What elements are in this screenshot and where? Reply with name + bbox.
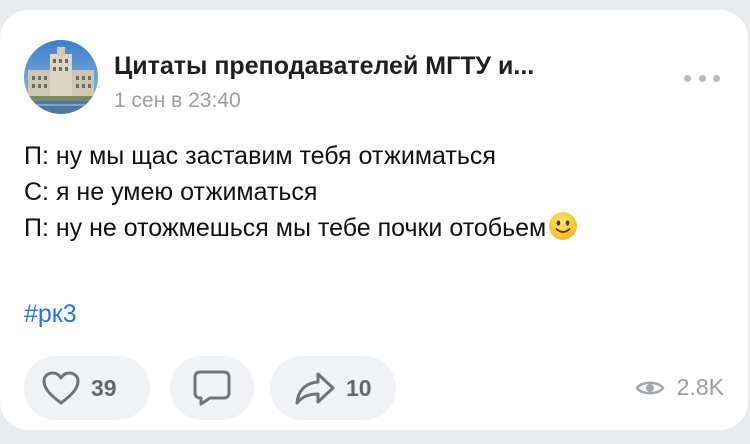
dot-icon <box>698 74 706 82</box>
like-button[interactable]: 39 <box>24 356 150 420</box>
community-name[interactable]: Цитаты преподавателей МГТУ и... <box>114 52 534 81</box>
dot-icon <box>713 74 720 82</box>
community-avatar[interactable] <box>24 40 98 114</box>
eye-icon <box>635 378 665 398</box>
dot-icon <box>684 74 691 82</box>
post-actions-bar: 39 10 2.8K <box>24 356 724 420</box>
like-count: 39 <box>91 374 117 401</box>
more-options-button[interactable] <box>684 68 720 88</box>
post-line-text: П: ну не отожмешься мы тебе почки отобье… <box>24 214 547 242</box>
post-date[interactable]: 1 сен в 23:40 <box>114 89 241 113</box>
slightly-smiling-face-icon <box>549 212 578 240</box>
hashtag-link[interactable]: #рк3 <box>24 300 77 329</box>
post-line: С: я не умею отжиматься <box>24 178 318 206</box>
views-counter: 2.8K <box>635 374 724 401</box>
share-count: 10 <box>346 374 372 401</box>
comment-button[interactable] <box>170 356 254 420</box>
share-arrow-icon <box>294 370 336 406</box>
post-line: П: ну мы щас заставим тебя отжиматься <box>24 142 496 170</box>
views-count: 2.8K <box>676 374 724 400</box>
building-photo-icon <box>24 40 98 114</box>
post-line-last: П: ну не отожмешься мы тебе почки отобье… <box>24 210 724 246</box>
heart-icon <box>41 370 81 406</box>
share-button[interactable]: 10 <box>270 356 396 420</box>
post-card: Цитаты преподавателей МГТУ и... 1 сен в … <box>0 10 748 430</box>
comment-icon <box>192 369 232 407</box>
post-header: Цитаты преподавателей МГТУ и... 1 сен в … <box>24 40 724 114</box>
post-text: П: ну мы щас заставим тебя отжиматься С:… <box>24 138 724 246</box>
